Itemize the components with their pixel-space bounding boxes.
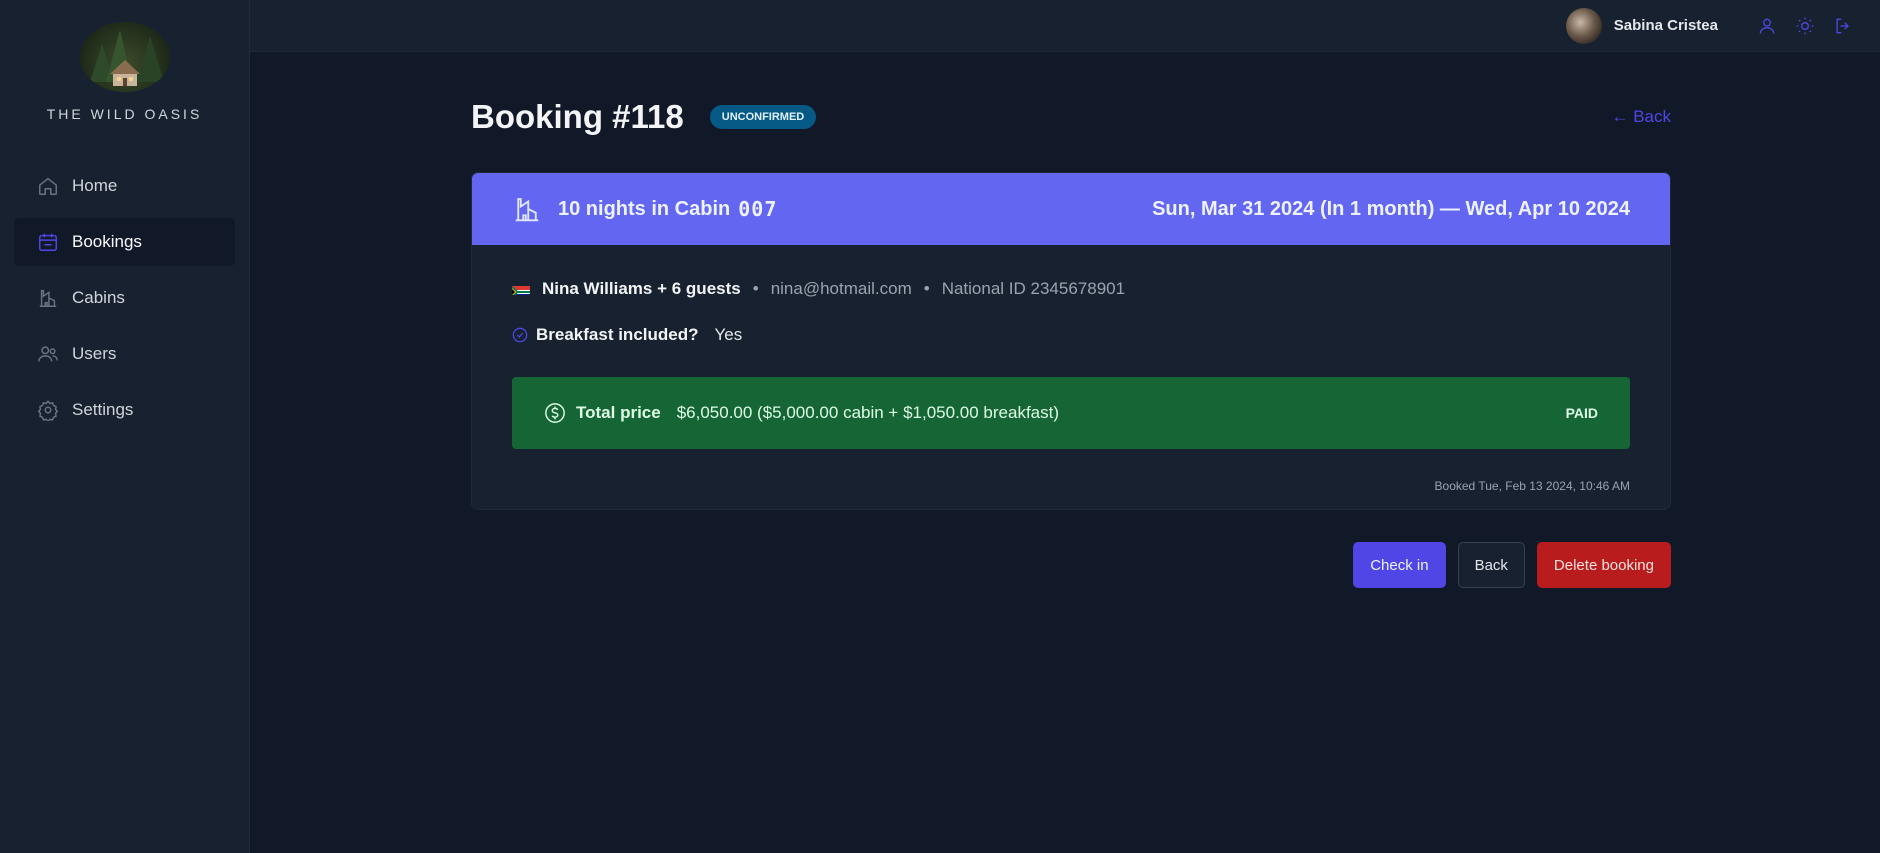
booking-card-body: Nina Williams + 6 guests • nina@hotmail.… [472, 245, 1670, 509]
main-area: Sabina Cristea Booking #118 UNCONFIRMED … [250, 0, 1880, 853]
avatar [1565, 7, 1602, 44]
check-circle-icon [512, 327, 528, 343]
top-header: Sabina Cristea [250, 0, 1880, 52]
logo-icon [79, 22, 170, 92]
user-icon [1759, 18, 1775, 34]
booking-card: 10 nights in Cabin 007 Sun, Mar 31 2024 … [471, 172, 1671, 510]
guest-name: Nina Williams + 6 guests [542, 279, 741, 298]
sidebar-item-cabins[interactable]: Cabins [14, 274, 235, 322]
users-icon [36, 342, 60, 366]
price-info: Total price $6,050.00 ($5,000.00 cabin +… [544, 402, 1059, 424]
separator-dot: • [752, 279, 759, 298]
back-link[interactable]: ← Back [1611, 107, 1671, 127]
delete-booking-button[interactable]: Delete booking [1536, 542, 1671, 588]
sidebar-item-label: Settings [72, 400, 134, 419]
country-flag-icon [512, 283, 530, 295]
national-id: National ID 2345678901 [941, 279, 1126, 298]
guest-row: Nina Williams + 6 guests • nina@hotmail.… [512, 277, 1630, 301]
account-button[interactable] [1748, 7, 1786, 45]
sidebar-item-label: Cabins [72, 288, 125, 307]
sidebar-item-label: Users [72, 344, 117, 363]
logout-button[interactable] [1824, 7, 1862, 45]
breakfast-label: Breakfast included? [536, 325, 699, 344]
app: THE WILD OASIS Home Bookings Cabins User… [0, 0, 1880, 853]
breakfast-row: Breakfast included? Yes [512, 325, 1630, 345]
separator-dot: • [923, 279, 930, 298]
booking-actions: Check in Back Delete booking [471, 542, 1671, 588]
cabin-icon [36, 286, 60, 310]
guest-email: nina@hotmail.com [770, 279, 912, 298]
sidebar-item-settings[interactable]: Settings [14, 386, 235, 434]
logout-icon [1836, 18, 1849, 33]
sun-icon [1796, 17, 1814, 34]
user-name: Sabina Cristea [1613, 17, 1718, 34]
theme-toggle-button[interactable] [1786, 7, 1824, 45]
logo-area: THE WILD OASIS [0, 22, 249, 122]
price-label: Total price [576, 403, 661, 422]
dollar-circle-icon [545, 403, 565, 423]
gear-icon [36, 398, 60, 422]
calendar-icon [36, 230, 60, 254]
breakfast-value: Yes [714, 325, 743, 344]
home-icon [36, 174, 60, 198]
brand-name: THE WILD OASIS [46, 106, 203, 122]
payment-status: PAID [1565, 405, 1598, 421]
price-box: Total price $6,050.00 ($5,000.00 cabin +… [512, 377, 1630, 449]
sidebar-item-bookings[interactable]: Bookings [14, 218, 235, 266]
title-row: Booking #118 UNCONFIRMED ← Back [471, 92, 1671, 142]
sidebar-item-users[interactable]: Users [14, 330, 235, 378]
sidebar-item-home[interactable]: Home [14, 162, 235, 210]
booking-card-header: 10 nights in Cabin 007 Sun, Mar 31 2024 … [472, 173, 1670, 245]
status-badge: UNCONFIRMED [709, 105, 817, 129]
sidebar: THE WILD OASIS Home Bookings Cabins User… [0, 0, 250, 853]
page-title: Booking #118 [471, 98, 684, 135]
price-value: $6,050.00 ($5,000.00 cabin + $1,050.00 b… [676, 403, 1060, 422]
sidebar-item-label: Home [72, 176, 118, 195]
booked-at: Booked Tue, Feb 13 2024, 10:46 AM [1434, 479, 1630, 493]
nights-text: 10 nights in Cabin [558, 197, 731, 220]
nights-info: 10 nights in Cabin 007 [512, 194, 777, 224]
cabin-icon [515, 198, 539, 222]
booking-content: Booking #118 UNCONFIRMED ← Back 10 night… [250, 52, 1700, 588]
sidebar-nav: Home Bookings Cabins Users Settings [0, 162, 249, 434]
booking-dates: Sun, Mar 31 2024 (In 1 month) — Wed, Apr… [1152, 197, 1630, 220]
check-in-button[interactable]: Check in [1353, 542, 1446, 588]
sidebar-item-label: Bookings [72, 232, 142, 251]
title-group: Booking #118 UNCONFIRMED [471, 98, 817, 136]
back-button[interactable]: Back [1457, 542, 1525, 588]
cabin-code: 007 [738, 197, 778, 221]
